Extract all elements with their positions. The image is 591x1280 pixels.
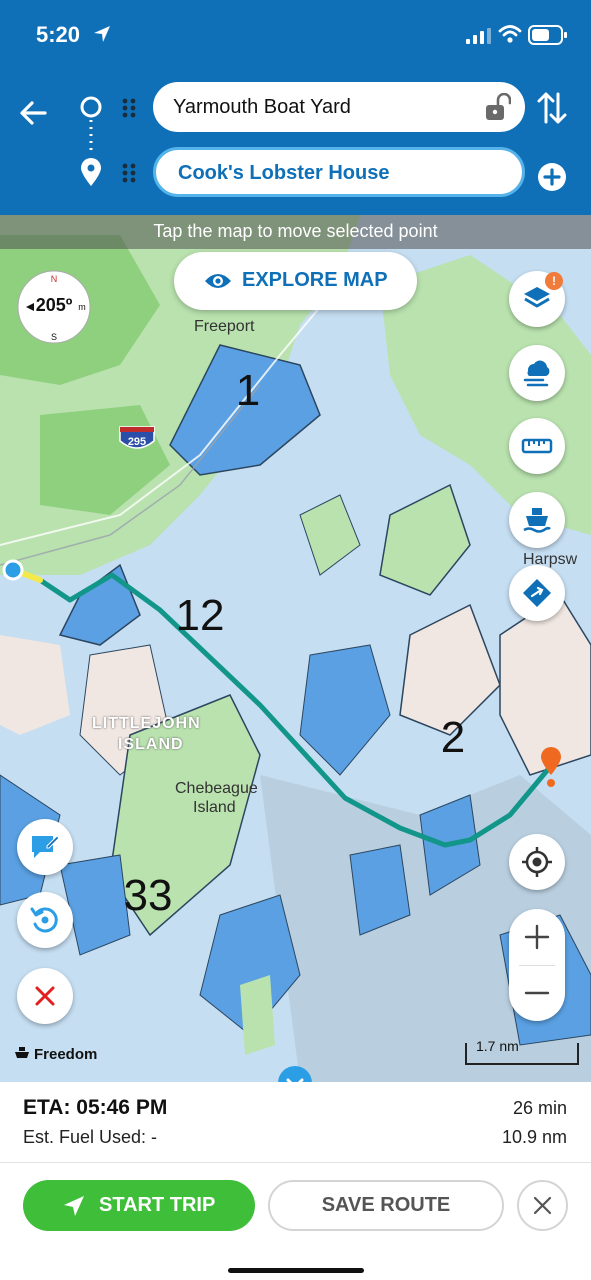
zoom-out-icon[interactable] bbox=[509, 965, 565, 1021]
place-label-littlejohn-1: LITTLEJOHN bbox=[92, 715, 201, 732]
boat-tracking-button[interactable] bbox=[509, 492, 565, 548]
weather-wind-icon bbox=[523, 360, 550, 387]
route-points-icon bbox=[80, 96, 102, 186]
layers-alert-badge: ! bbox=[545, 272, 563, 290]
boat-label: Freedom bbox=[14, 1046, 97, 1063]
start-trip-label: START TRIP bbox=[99, 1194, 216, 1216]
close-button[interactable] bbox=[517, 1180, 568, 1231]
status-bar: 5:20 bbox=[0, 0, 591, 70]
start-trip-button[interactable]: START TRIP bbox=[23, 1180, 255, 1231]
svg-text:N: N bbox=[51, 274, 58, 284]
chat-edit-icon bbox=[32, 835, 60, 858]
route-edit-button[interactable] bbox=[509, 565, 565, 621]
save-route-button[interactable]: SAVE ROUTE bbox=[268, 1180, 504, 1231]
unlock-icon[interactable] bbox=[483, 93, 511, 121]
wifi-icon bbox=[498, 25, 522, 43]
highway-shield-label: 295 bbox=[128, 436, 146, 448]
restore-icon bbox=[30, 907, 58, 933]
add-note-button[interactable] bbox=[17, 819, 73, 875]
origin-field[interactable]: Yarmouth Boat Yard bbox=[153, 82, 525, 132]
trip-summary-panel: ETA: 05:46 PM Est. Fuel Used: - 26 min 1… bbox=[0, 1082, 591, 1280]
locate-button[interactable] bbox=[509, 834, 565, 890]
distance-text: 10.9 nm bbox=[501, 1127, 567, 1147]
map-hint-banner: Tap the map to move selected point bbox=[0, 215, 591, 249]
home-indicator bbox=[228, 1268, 364, 1273]
close-icon bbox=[533, 1196, 552, 1215]
chart-map[interactable]: 295 1 12 2 33 Tap the map to move select… bbox=[0, 215, 591, 1082]
explore-map-button[interactable]: EXPLORE MAP bbox=[174, 252, 417, 310]
reset-route-button[interactable] bbox=[17, 892, 73, 948]
boat-name-text: Freedom bbox=[34, 1046, 98, 1063]
origin-text: Yarmouth Boat Yard bbox=[173, 96, 351, 118]
eye-icon bbox=[205, 274, 231, 288]
depth-label-33: 33 bbox=[124, 871, 173, 920]
battery-icon bbox=[528, 25, 567, 45]
back-arrow-icon[interactable] bbox=[18, 98, 48, 128]
svg-text:S: S bbox=[51, 332, 57, 342]
route-edit-icon bbox=[523, 579, 551, 607]
zoom-control bbox=[509, 909, 565, 1021]
place-label-chebeague-2: Island bbox=[193, 799, 236, 816]
drag-handle-to-icon[interactable] bbox=[121, 162, 137, 184]
panel-divider bbox=[0, 1162, 591, 1163]
depth-label-1: 1 bbox=[236, 366, 260, 415]
boat-icon bbox=[523, 508, 551, 533]
place-label-freeport: Freeport bbox=[194, 318, 255, 335]
location-arrow-icon bbox=[94, 26, 110, 42]
destination-text: Cook's Lobster House bbox=[178, 162, 390, 184]
destination-field[interactable]: Cook's Lobster House bbox=[153, 147, 525, 197]
small-boat-icon bbox=[15, 1047, 29, 1058]
map-canvas[interactable]: 295 1 12 2 33 bbox=[0, 215, 591, 1082]
scale-label: 1.7 nm bbox=[476, 1038, 519, 1054]
depth-label-2: 2 bbox=[441, 713, 465, 762]
weather-button[interactable] bbox=[509, 345, 565, 401]
start-point-marker bbox=[2, 559, 24, 581]
ruler-icon bbox=[521, 438, 553, 454]
eta-text: ETA: 05:46 PM bbox=[23, 1096, 168, 1119]
duration-text: 26 min bbox=[512, 1098, 567, 1118]
clear-x-icon bbox=[35, 986, 55, 1006]
explore-map-label: EXPLORE MAP bbox=[242, 269, 388, 291]
clear-route-button[interactable] bbox=[17, 968, 73, 1024]
drag-handle-from-icon[interactable] bbox=[121, 97, 137, 119]
swap-icon[interactable] bbox=[536, 90, 568, 126]
navigation-arrow-icon bbox=[64, 1196, 84, 1216]
crosshair-icon bbox=[522, 847, 552, 877]
place-label-chebeague-1: Chebeague bbox=[175, 780, 258, 797]
zoom-in-icon[interactable] bbox=[509, 909, 565, 965]
route-header: 5:20 Yarmouth Boat Yard Cook's Lobster H… bbox=[0, 0, 591, 215]
measure-button[interactable] bbox=[509, 418, 565, 474]
place-label-littlejohn-2: ISLAND bbox=[118, 736, 184, 753]
compass-heading: 205º bbox=[35, 295, 73, 315]
fuel-text: Est. Fuel Used: - bbox=[23, 1127, 158, 1147]
cellular-signal-icon bbox=[466, 28, 491, 44]
status-time: 5:20 bbox=[36, 22, 81, 47]
add-waypoint-icon[interactable] bbox=[537, 162, 567, 192]
depth-label-12: 12 bbox=[176, 591, 225, 640]
